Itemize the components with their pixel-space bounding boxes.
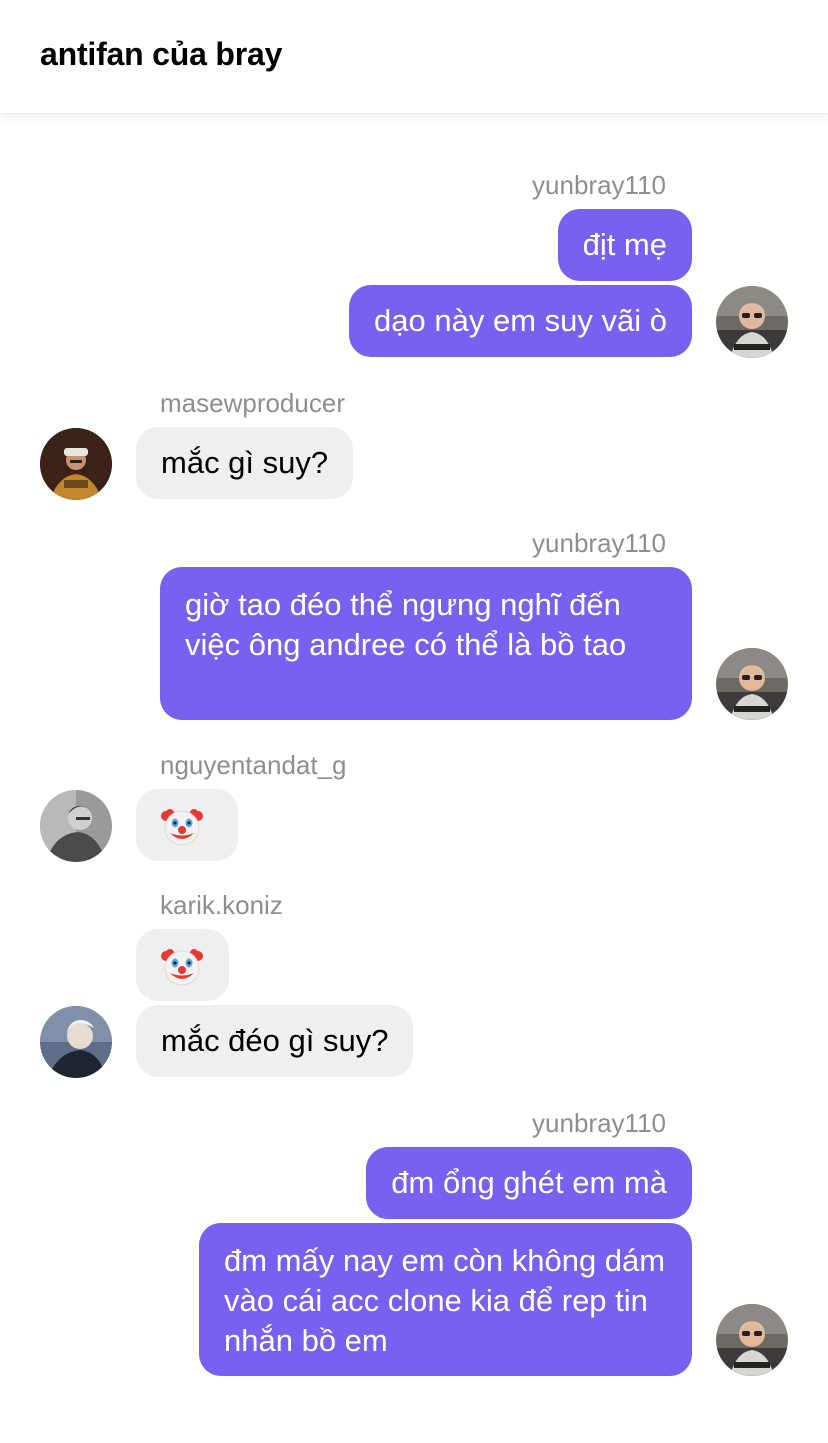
clown-face-icon	[161, 949, 203, 986]
message-bubble-incoming[interactable]: mắc gì suy?	[136, 427, 354, 499]
chat-title[interactable]: antifan của bray	[40, 36, 282, 73]
sender-name: nguyentandat_g	[160, 750, 347, 780]
avatar-image	[40, 1006, 112, 1078]
avatar-image	[40, 790, 112, 862]
message-thread: yunbray110 địt mẹ dạo này em suy vãi ò m…	[0, 0, 828, 1443]
message-bubble-incoming[interactable]	[136, 929, 229, 1001]
message-bubble-incoming[interactable]	[136, 789, 238, 861]
avatar-image	[716, 648, 788, 720]
message-bubble-outgoing[interactable]: đm ổng ghét em mà	[366, 1147, 692, 1219]
avatar-yunbray110[interactable]	[716, 286, 788, 358]
avatar-image	[716, 1304, 788, 1376]
avatar-nguyentandat_g[interactable]	[40, 790, 112, 862]
clown-face-icon	[161, 809, 203, 846]
chat-header: antifan của bray	[0, 0, 828, 114]
sender-name: yunbray110	[532, 170, 666, 200]
sender-name: yunbray110	[532, 528, 666, 558]
avatar-yunbray110[interactable]	[716, 1304, 788, 1376]
avatar-image	[716, 286, 788, 358]
avatar-masewproducer[interactable]	[40, 428, 112, 500]
avatar-karik.koniz[interactable]	[40, 1006, 112, 1078]
avatar-yunbray110[interactable]	[716, 648, 788, 720]
message-bubble-incoming[interactable]: mắc đéo gì suy?	[136, 1005, 414, 1077]
message-bubble-outgoing[interactable]: đm mấy nay em còn không dám vào cái acc …	[199, 1223, 692, 1376]
sender-name: yunbray110	[532, 1108, 666, 1138]
message-bubble-outgoing[interactable]: địt mẹ	[557, 209, 692, 281]
message-bubble-outgoing[interactable]: dạo này em suy vãi ò	[349, 285, 692, 357]
sender-name: karik.koniz	[160, 890, 283, 920]
avatar-image	[40, 428, 112, 500]
message-bubble-outgoing[interactable]: giờ tao đéo thể ngưng nghĩ đến việc ông …	[160, 567, 692, 720]
sender-name: masewproducer	[160, 388, 345, 418]
